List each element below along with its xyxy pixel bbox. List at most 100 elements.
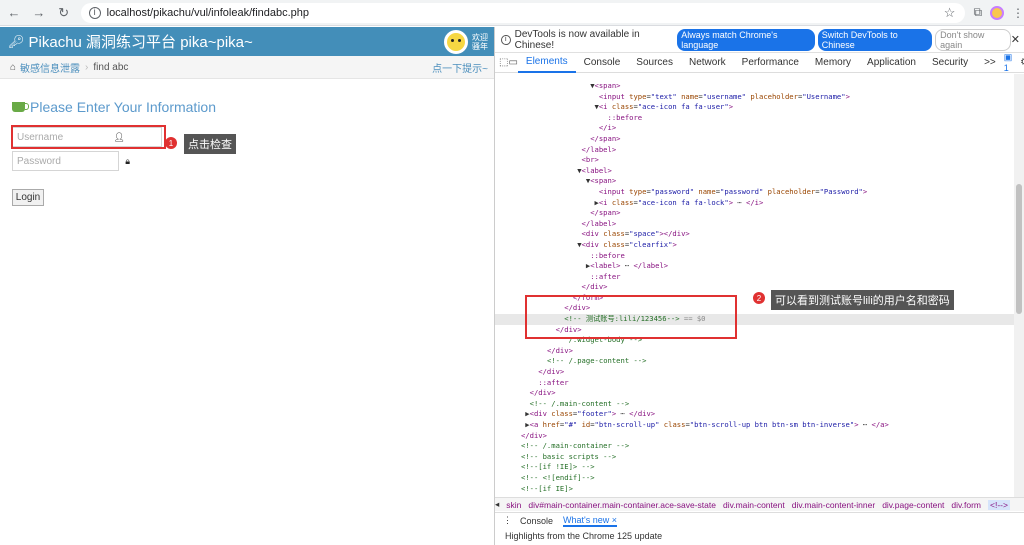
more-tabs-button[interactable]: >>: [976, 53, 1004, 73]
whats-new-text: Highlights from the Chrome 125 update: [505, 531, 663, 541]
drawer-tab-console[interactable]: Console: [520, 516, 553, 526]
address-bar[interactable]: i localhost/pikachu/vul/infoleak/findabc…: [80, 2, 966, 23]
profile-avatar[interactable]: [990, 5, 1005, 20]
dom-node[interactable]: </div>: [495, 431, 1015, 442]
drawer-menu-icon[interactable]: ⋮: [503, 515, 512, 526]
form-title: Please Enter Your Information: [12, 99, 216, 115]
site-info-icon[interactable]: i: [88, 6, 101, 19]
tab-security[interactable]: Security: [924, 53, 976, 73]
dom-crumb[interactable]: skin: [506, 500, 521, 510]
breadcrumb-current: find abc: [93, 61, 129, 73]
info-icon: i: [501, 34, 511, 45]
tab-elements[interactable]: Elements: [517, 53, 576, 73]
forward-icon[interactable]: →: [28, 2, 50, 24]
dom-crumb[interactable]: div.page-content: [882, 500, 944, 510]
dom-node[interactable]: ::after: [495, 272, 1015, 283]
dom-node[interactable]: </div>: [495, 346, 1015, 357]
brand-title[interactable]: Pikachu 漏洞练习平台 pika~pika~: [29, 31, 253, 52]
dom-node[interactable]: <!-- basic scripts -->: [495, 452, 1015, 463]
pikachu-icon: [447, 32, 465, 51]
elements-scrollbar[interactable]: [1014, 74, 1024, 504]
devtools-panel: i DevTools is now available in Chinese! …: [494, 27, 1024, 545]
dom-node[interactable]: <!--[if !IE]> -->: [495, 462, 1015, 473]
switch-chinese-button[interactable]: Switch DevTools to Chinese: [817, 28, 933, 51]
dom-node[interactable]: </label>: [495, 219, 1015, 230]
dom-node[interactable]: <div class="space"></div>: [495, 229, 1015, 240]
dom-node[interactable]: ::after: [495, 378, 1015, 389]
password-field: 🔒︎: [12, 151, 130, 171]
key-icon: 🔑︎: [8, 33, 25, 49]
bookmark-star-icon[interactable]: ☆: [944, 5, 956, 21]
dom-node[interactable]: ▼<label>: [495, 166, 1015, 177]
dom-node[interactable]: ▼<span>: [495, 176, 1015, 187]
tab-performance[interactable]: Performance: [734, 53, 807, 73]
dom-node[interactable]: <!-- /.main-content -->: [495, 399, 1015, 410]
dom-node[interactable]: ::before: [495, 251, 1015, 262]
login-button[interactable]: Login: [12, 189, 44, 206]
settings-gear-icon[interactable]: ⚙: [1020, 57, 1024, 68]
coffee-icon: [12, 102, 29, 112]
form-title-text: Please Enter Your Information: [30, 99, 217, 115]
web-page: 🔑︎ Pikachu 漏洞练习平台 pika~pika~ 欢迎 骚年 ⌂ 敏感信…: [0, 27, 494, 545]
annotation-marker-2: 2: [753, 292, 765, 304]
issues-count: 1: [1003, 63, 1009, 73]
dom-node[interactable]: <!--[if IE]>: [495, 484, 1015, 494]
menu-kebab-icon[interactable]: ⋮: [1012, 6, 1024, 20]
tab-application[interactable]: Application: [859, 53, 924, 73]
url-text: localhost/pikachu/vul/infoleak/findabc.p…: [106, 6, 310, 19]
tab-sources[interactable]: Sources: [628, 53, 681, 73]
tab-network[interactable]: Network: [681, 53, 734, 73]
dom-crumb[interactable]: div.main-content: [723, 500, 785, 510]
hint-link[interactable]: 点一下提示~: [432, 60, 488, 75]
tab-console[interactable]: Console: [576, 53, 629, 73]
crumb-left-arrow[interactable]: ◂: [495, 499, 499, 510]
dom-node[interactable]: <!-- <![endif]-->: [495, 473, 1015, 484]
dom-node[interactable]: ▶<i class="ace-icon fa fa-lock"> ⋯ </i>: [495, 198, 1015, 209]
back-icon[interactable]: ←: [3, 2, 25, 24]
password-input[interactable]: [13, 152, 118, 170]
dom-node[interactable]: </i>: [495, 123, 1015, 134]
dom-node[interactable]: </span>: [495, 208, 1015, 219]
dom-node[interactable]: <input type="password" name="password" p…: [495, 187, 1015, 198]
scroll-thumb[interactable]: [1016, 184, 1022, 314]
home-icon[interactable]: ⌂: [10, 62, 16, 73]
dom-node[interactable]: </label>: [495, 145, 1015, 156]
banner-text: DevTools is now available in Chinese!: [514, 28, 640, 51]
dom-crumb[interactable]: div.form: [951, 500, 981, 510]
avatar[interactable]: [444, 29, 468, 54]
extensions-icon[interactable]: ⧉: [973, 5, 982, 20]
dom-crumb-selected[interactable]: <!-->: [988, 499, 1010, 510]
tab-memory[interactable]: Memory: [807, 53, 859, 73]
devtools-language-banner: i DevTools is now available in Chinese! …: [495, 27, 1024, 53]
breadcrumb-section-link[interactable]: 敏感信息泄露: [20, 60, 80, 75]
issues-icon[interactable]: ▣ 1: [1004, 52, 1013, 73]
welcome-text: 欢迎 骚年: [472, 32, 488, 51]
dom-node[interactable]: ▶<div class="footer"> ⋯ </div>: [495, 409, 1015, 420]
dom-node[interactable]: ▼<i class="ace-icon fa fa-user">: [495, 102, 1015, 113]
dom-node[interactable]: </div>: [495, 367, 1015, 378]
dom-node[interactable]: <input type="text" name="username" place…: [495, 92, 1015, 103]
dom-node[interactable]: ::before: [495, 113, 1015, 124]
dom-crumb[interactable]: div#main-container.main-container.ace-sa…: [528, 500, 716, 510]
dom-node[interactable]: ▶<label> ⋯ </label>: [495, 261, 1015, 272]
dom-node[interactable]: </div>: [495, 388, 1015, 399]
dom-node[interactable]: ▼<span>: [495, 81, 1015, 92]
breadcrumb: ⌂ 敏感信息泄露 › find abc 点一下提示~: [0, 56, 494, 79]
annotation-label-1: 点击检查: [184, 134, 236, 154]
dom-crumb[interactable]: div.main-content-inner: [792, 500, 875, 510]
devtools-tabbar: ⬚ ▭ Elements Console Sources Network Per…: [495, 52, 1024, 73]
always-match-button[interactable]: Always match Chrome's language: [677, 28, 815, 51]
close-icon[interactable]: ✕: [1011, 33, 1020, 46]
dom-node[interactable]: ▶<a href="#" id="btn-scroll-up" class="b…: [495, 420, 1015, 431]
dom-node[interactable]: </span>: [495, 134, 1015, 145]
dont-show-button[interactable]: Don't show again: [935, 28, 1011, 51]
dom-node[interactable]: <!-- /.main-container -->: [495, 441, 1015, 452]
page-navbar: 🔑︎ Pikachu 漏洞练习平台 pika~pika~ 欢迎 骚年: [0, 27, 494, 56]
dom-node[interactable]: <!-- /.page-content -->: [495, 356, 1015, 367]
inspect-icon[interactable]: ⬚: [499, 57, 508, 68]
dom-node[interactable]: ▼<div class="clearfix">: [495, 240, 1015, 251]
dom-node[interactable]: <br>: [495, 155, 1015, 166]
device-toolbar-icon[interactable]: ▭: [508, 57, 517, 68]
reload-icon[interactable]: ↻: [53, 2, 75, 24]
drawer-tab-whats-new[interactable]: What's new ×: [563, 515, 618, 527]
